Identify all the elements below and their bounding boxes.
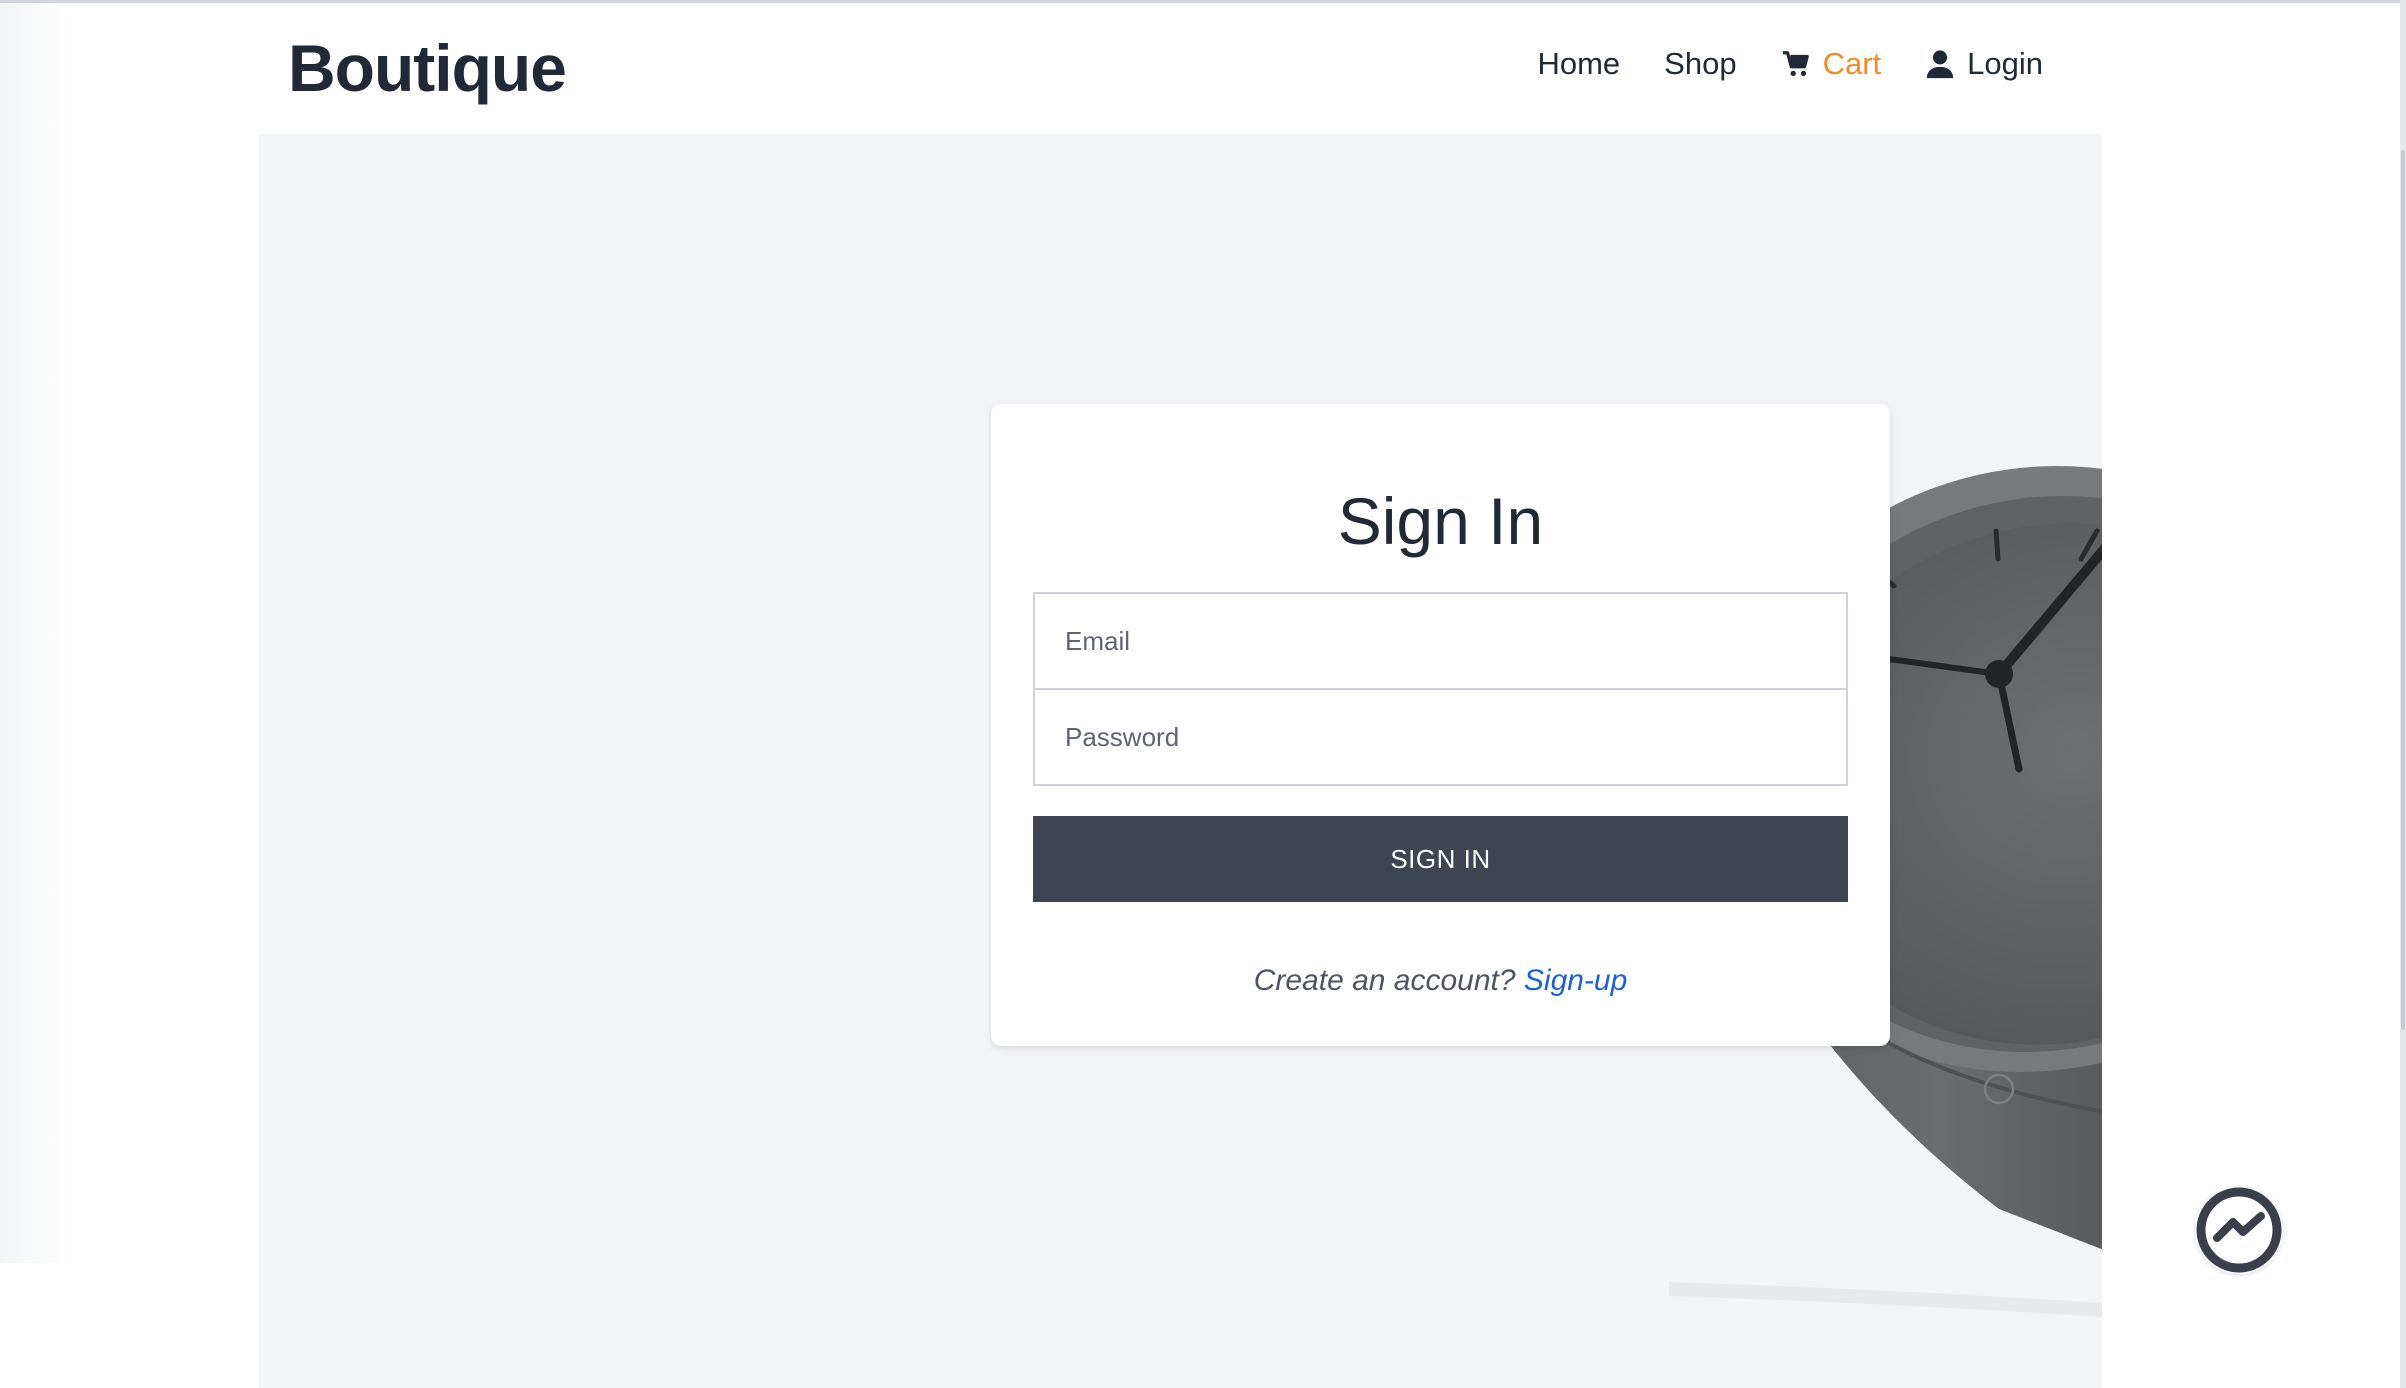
signin-card: Sign In SIGN IN Create an account? Sign-… (991, 404, 1890, 1046)
messenger-icon (2196, 1187, 2282, 1273)
page: Boutique Home Shop Cart Login Sign In Em… (0, 0, 2406, 1388)
top-border (0, 0, 2406, 3)
hero-section: Sign In SIGN IN Create an account? Sign-… (259, 134, 2102, 1388)
scrollbar-thumb[interactable] (2401, 150, 2405, 1030)
nav-home[interactable]: Home (1537, 46, 1620, 82)
left-edge-shadow (0, 3, 70, 1263)
brand-logo[interactable]: Boutique (288, 30, 567, 106)
nav-cart[interactable]: Cart (1781, 46, 1882, 82)
nav-login-label: Login (1967, 46, 2043, 81)
nav-home-label: Home (1537, 46, 1621, 81)
messenger-chat-button[interactable] (2195, 1186, 2283, 1274)
nav-shop-label: Shop (1664, 46, 1737, 81)
email-field[interactable] (1033, 592, 1848, 690)
signin-button[interactable]: SIGN IN (1033, 816, 1848, 902)
signup-prompt: Create an account? Sign-up (991, 964, 1890, 998)
main-nav: Home Shop Cart Login (1537, 46, 2043, 82)
signin-title: Sign In (1337, 484, 1544, 558)
nav-login[interactable]: Login (1925, 46, 2043, 82)
user-icon (1927, 50, 1954, 79)
password-field[interactable] (1033, 688, 1848, 786)
signup-prompt-text: Create an account? (1253, 964, 1516, 997)
cart-icon (1782, 51, 1809, 76)
nav-shop[interactable]: Shop (1664, 46, 1736, 82)
signup-link[interactable]: Sign-up (1524, 964, 1627, 997)
nav-cart-label: Cart (1822, 46, 1882, 81)
scrollbar[interactable] (2400, 0, 2406, 1388)
